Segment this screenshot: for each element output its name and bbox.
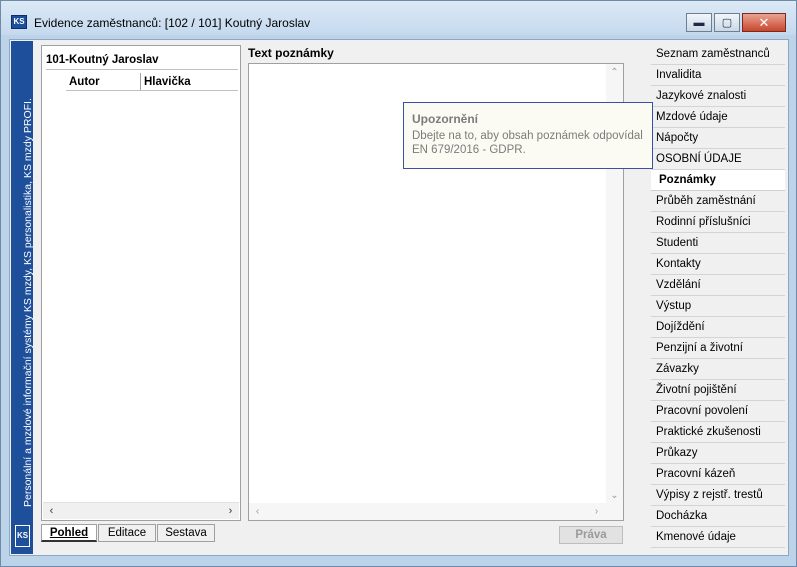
brand-strip: Personální a mzdové informační systémy K… [11,41,34,554]
menu-item-dochazka[interactable]: Docházka [651,506,785,527]
menu-item-poznamky[interactable]: Poznámky [651,170,785,191]
menu-item-zivotni-pojisteni[interactable]: Životní pojištění [651,380,785,401]
tab-pohled[interactable]: Pohled [41,524,97,542]
note-scroll-right-icon[interactable]: › [588,503,605,520]
column-headers: Autor Hlavička [66,73,238,91]
window-title: Evidence zaměstnanců: [102 / 101] Koutný… [34,16,311,30]
column-header-autor[interactable]: Autor [66,73,141,90]
note-scroll-left-icon[interactable]: ‹ [249,503,266,520]
tab-sestava[interactable]: Sestava [157,524,215,542]
menu-item-prukazy[interactable]: Průkazy [651,443,785,464]
client-area: Personální a mzdové informační systémy K… [9,39,789,556]
menu-item-dojizdeni[interactable]: Dojíždění [651,317,785,338]
maximize-button[interactable]: ▢ [714,13,740,32]
tooltip-title: Upozornění [412,112,478,126]
menu-item-seznam-zamestnancu[interactable]: Seznam zaměstnanců [651,44,785,65]
menu-item-vypisy-z-rejstr-trestu[interactable]: Výpisy z rejstř. trestů [651,485,785,506]
menu-item-vystup[interactable]: Výstup [651,296,785,317]
menu-item-rodinni-prislusnici[interactable]: Rodinní příslušníci [651,212,785,233]
app-logo-icon: KS [11,15,27,29]
note-label: Text poznámky [248,46,334,60]
scroll-down-icon[interactable]: ⌄ [606,487,623,504]
menu-item-vzdelani[interactable]: Vzdělání [651,275,785,296]
view-tabs: Pohled Editace Sestava [41,524,216,542]
column-header-hlavicka[interactable]: Hlavička [141,73,191,90]
menu-item-mzdove-udaje[interactable]: Mzdové údaje [651,107,785,128]
menu-item-prubeh-zamestnani[interactable]: Průběh zaměstnání [651,191,785,212]
note-horizontal-scrollbar[interactable]: ‹ › [249,503,623,520]
brand-text: Personální a mzdové informační systémy K… [22,98,34,507]
scroll-right-icon[interactable]: › [222,503,239,520]
menu-item-osobni-udaje[interactable]: OSOBNÍ ÚDAJE [651,149,785,170]
tree-root-item[interactable]: 101-Koutný Jaroslav [46,54,159,66]
menu-item-kmenove-udaje[interactable]: Kmenové údaje [651,527,785,548]
menu-item-prakticke-zkusenosti[interactable]: Praktické zkušenosti [651,422,785,443]
window-controls: ▬ ▢ ✕ [686,13,786,32]
close-button[interactable]: ✕ [742,13,786,32]
rights-button[interactable]: Práva [559,526,623,544]
menu-item-zavazky[interactable]: Závazky [651,359,785,380]
tooltip-body: Dbejte na to, aby obsah poznámek odpovíd… [412,130,643,156]
menu-item-pracovni-kazen[interactable]: Pracovní kázeň [651,464,785,485]
menu-item-invalidita[interactable]: Invalidita [651,65,785,86]
title-bar[interactable]: KS Evidence zaměstnanců: [102 / 101] Kou… [1,1,796,35]
section-menu: Seznam zaměstnanců Invalidita Jazykové z… [651,44,785,548]
notes-tree-panel[interactable]: 101-Koutný Jaroslav Autor Hlavička ‹ › [41,45,241,521]
menu-item-kontakty[interactable]: Kontakty [651,254,785,275]
tab-editace[interactable]: Editace [98,524,156,542]
menu-item-pracovni-povoleni[interactable]: Pracovní povolení [651,401,785,422]
scroll-up-icon[interactable]: ⌃ [606,64,623,81]
minimize-button[interactable]: ▬ [686,13,712,32]
scroll-left-icon[interactable]: ‹ [43,503,60,520]
divider [46,69,238,70]
app-window: KS Evidence zaměstnanců: [102 / 101] Kou… [0,0,797,567]
brand-logo-icon: KS [15,525,30,547]
menu-item-jazykove-znalosti[interactable]: Jazykové znalosti [651,86,785,107]
gdpr-warning-tooltip: Upozornění Dbejte na to, aby obsah pozná… [403,102,653,169]
menu-item-penzijni-a-zivotni[interactable]: Penzijní a životní [651,338,785,359]
menu-item-studenti[interactable]: Studenti [651,233,785,254]
menu-item-napocty[interactable]: Nápočty [651,128,785,149]
horizontal-scrollbar[interactable]: ‹ › [43,502,239,519]
